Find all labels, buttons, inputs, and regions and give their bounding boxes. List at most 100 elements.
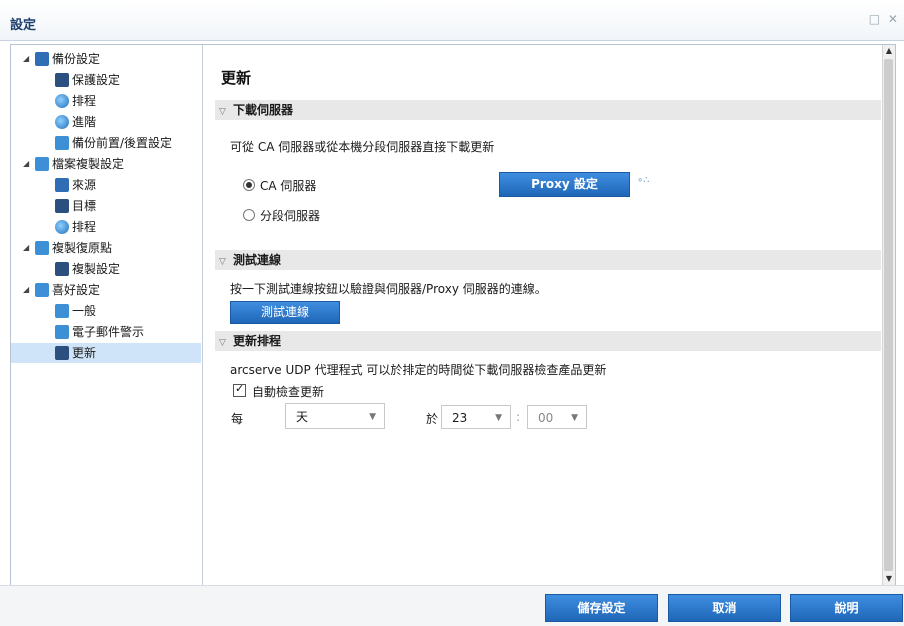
tree-item-advanced[interactable]: 進階 — [55, 112, 96, 132]
section-title: 下載伺服器 — [233, 103, 294, 117]
at-label: 於 — [426, 412, 439, 426]
chevron-down-icon: ▼ — [369, 412, 376, 422]
test-connection-button[interactable]: 測試連線 — [230, 301, 340, 324]
tree-item-schedule[interactable]: 排程 — [55, 91, 96, 111]
wrench-icon — [55, 136, 69, 150]
source-icon — [55, 178, 69, 192]
checkbox[interactable] — [233, 382, 246, 397]
tree-item-label: 目標 — [72, 199, 97, 213]
backup-icon — [35, 52, 49, 66]
select-value: 天 — [296, 410, 309, 424]
tree-item-label: 保護設定 — [72, 73, 121, 87]
copy-recovery-icon — [35, 241, 49, 255]
expand-icon[interactable]: ◢ — [23, 49, 29, 69]
tree-group-label: 檔案複製設定 — [52, 157, 125, 171]
vertical-scrollbar[interactable]: ▲ ▼ — [882, 45, 895, 585]
settings-tree: ◢ 備份設定 保護設定 排程 進階 備份前置/後置設定 ◢ 檔案複製設定 來源 … — [11, 45, 203, 585]
save-settings-button[interactable]: 儲存設定 — [545, 594, 658, 622]
tree-item-label: 排程 — [72, 94, 97, 108]
section-download-server[interactable]: ▽ 下載伺服器 — [215, 100, 881, 120]
select-value: 23 — [452, 411, 468, 425]
general-icon — [55, 304, 69, 318]
radio-ca-server[interactable]: CA 伺服器 — [243, 177, 316, 194]
tree-group-file-copy[interactable]: ◢ 檔案複製設定 — [23, 154, 125, 174]
tree-item-label: 備份前置/後置設定 — [72, 136, 173, 150]
radio-button[interactable] — [243, 209, 255, 221]
tree-group-preferences[interactable]: ◢ 喜好設定 — [23, 280, 101, 300]
tree-item-pre-post[interactable]: 備份前置/後置設定 — [55, 133, 172, 153]
collapse-icon[interactable]: ▽ — [219, 252, 233, 272]
section-update-schedule[interactable]: ▽ 更新排程 — [215, 331, 881, 351]
document-icon — [55, 262, 69, 276]
tree-item-file-copy-schedule[interactable]: 排程 — [55, 217, 96, 237]
tree-item-destination[interactable]: 目標 — [55, 196, 96, 216]
preferences-icon — [35, 283, 49, 297]
tree-item-label: 排程 — [72, 220, 97, 234]
window-title: 設定 — [10, 18, 37, 33]
radio-button[interactable] — [243, 179, 255, 191]
clock-icon — [55, 94, 69, 108]
window-titlebar: 設定 □ ✕ — [0, 0, 904, 41]
tree-item-updates[interactable]: 更新 — [11, 343, 201, 363]
updates-panel: 更新 ▽ 下載伺服器 可從 CA 伺服器或從本機分段伺服器直接下載更新 CA 伺服… — [203, 45, 882, 585]
settings-frame: ◢ 備份設定 保護設定 排程 進階 備份前置/後置設定 ◢ 檔案複製設定 來源 … — [10, 44, 896, 586]
tree-item-label: 複製設定 — [72, 262, 121, 276]
document-icon — [55, 73, 69, 87]
tree-item-email-alerts[interactable]: 電子郵件警示 — [55, 322, 144, 342]
every-label: 每 — [231, 412, 244, 426]
select-value: 00 — [538, 411, 554, 425]
test-connection-description: 按一下測試連線按鈕以驗證與伺服器/Proxy 伺服器的連線。 — [230, 282, 547, 296]
scroll-up-icon[interactable]: ▲ — [883, 45, 895, 57]
tree-group-backup-settings[interactable]: ◢ 備份設定 — [23, 49, 101, 69]
tree-group-label: 喜好設定 — [52, 283, 101, 297]
document-icon — [55, 199, 69, 213]
cancel-button[interactable]: 取消 — [668, 594, 781, 622]
tree-item-general[interactable]: 一般 — [55, 301, 96, 321]
checkbox-label: 自動檢查更新 — [252, 385, 325, 399]
clock-icon — [55, 220, 69, 234]
tree-item-copy-settings[interactable]: 複製設定 — [55, 259, 120, 279]
page-title: 更新 — [221, 69, 252, 87]
section-title: 更新排程 — [233, 334, 282, 348]
tree-item-label: 來源 — [72, 178, 97, 192]
radio-staging-server[interactable]: 分段伺服器 — [243, 207, 320, 224]
window-controls[interactable]: □ ✕ — [869, 12, 900, 26]
hour-select[interactable]: 23 ▼ — [441, 405, 511, 429]
tree-item-label: 更新 — [72, 346, 97, 360]
minute-select[interactable]: 00 ▼ — [527, 405, 587, 429]
loading-icon: ∘∴ — [637, 175, 650, 186]
update-icon — [55, 346, 69, 360]
tree-item-source[interactable]: 來源 — [55, 175, 96, 195]
collapse-icon[interactable]: ▽ — [219, 333, 233, 353]
scroll-thumb[interactable] — [884, 59, 893, 571]
proxy-settings-button[interactable]: Proxy 設定 — [499, 172, 630, 197]
chevron-down-icon: ▼ — [495, 413, 502, 423]
radio-label: CA 伺服器 — [260, 179, 317, 193]
tree-item-protection[interactable]: 保護設定 — [55, 70, 120, 90]
scroll-down-icon[interactable]: ▼ — [883, 573, 895, 585]
tree-item-label: 電子郵件警示 — [72, 325, 145, 339]
section-title: 測試連線 — [233, 253, 282, 267]
radio-label: 分段伺服器 — [260, 209, 321, 223]
collapse-icon[interactable]: ▽ — [219, 102, 233, 122]
auto-check-updates-checkbox[interactable]: 自動檢查更新 — [233, 382, 325, 400]
download-server-description: 可從 CA 伺服器或從本機分段伺服器直接下載更新 — [230, 140, 495, 154]
tree-group-label: 備份設定 — [52, 52, 101, 66]
chevron-down-icon: ▼ — [571, 413, 578, 423]
time-separator: : — [516, 410, 521, 424]
expand-icon[interactable]: ◢ — [23, 238, 29, 258]
help-button[interactable]: 說明 — [790, 594, 903, 622]
expand-icon[interactable]: ◢ — [23, 280, 29, 300]
expand-icon[interactable]: ◢ — [23, 154, 29, 174]
tree-item-label: 進階 — [72, 115, 97, 129]
mail-icon — [55, 325, 69, 339]
update-schedule-description: arcserve UDP 代理程式 可以於排定的時間從下載伺服器檢查產品更新 — [230, 363, 607, 377]
advanced-icon — [55, 115, 69, 129]
tree-group-label: 複製復原點 — [52, 241, 113, 255]
frequency-select[interactable]: 天 ▼ — [285, 403, 385, 429]
section-test-connection[interactable]: ▽ 測試連線 — [215, 250, 881, 270]
tree-item-label: 一般 — [72, 304, 97, 318]
file-copy-icon — [35, 157, 49, 171]
footer-bar: 儲存設定 取消 說明 — [0, 585, 904, 626]
tree-group-copy-recovery-points[interactable]: ◢ 複製復原點 — [23, 238, 113, 258]
